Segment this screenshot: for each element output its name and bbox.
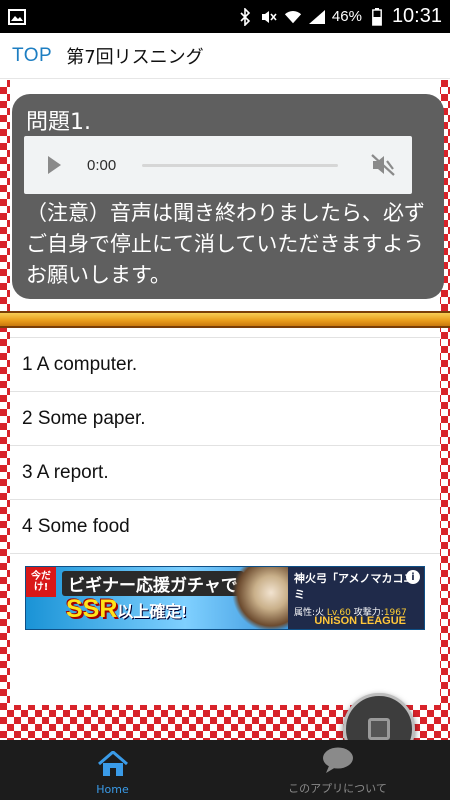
- square-icon: [368, 718, 390, 740]
- banner-logo: UNiSON LEAGUE: [314, 615, 406, 627]
- status-bar: 46% 10:31: [0, 0, 450, 33]
- header: TOP 第7回リスニング: [0, 33, 450, 79]
- volume-muted-icon[interactable]: [370, 153, 396, 177]
- nav-about[interactable]: このアプリについて: [225, 740, 450, 800]
- answer-option-1[interactable]: 1 A computer.: [10, 337, 440, 392]
- battery-percent: 46%: [331, 8, 362, 25]
- play-icon[interactable]: [48, 156, 61, 174]
- nav-home-label: Home: [96, 783, 129, 796]
- banner-ssr: SSR: [66, 595, 118, 623]
- question-title: 問題1.: [26, 110, 91, 135]
- bottom-nav: Home このアプリについて: [0, 740, 450, 800]
- home-icon: [97, 750, 129, 781]
- image-icon: [8, 8, 26, 26]
- chat-bubble-icon: [321, 746, 355, 778]
- banner-info-panel: 神火弓「アメノマカコユミ 属性:火 Lv.60 攻撃力:1967 UNiSON …: [288, 567, 424, 629]
- page-title: 第7回リスニング: [66, 46, 204, 68]
- battery-icon: [368, 7, 386, 26]
- signal-icon: [308, 8, 326, 26]
- caution-note: （注意）音声は聞き終わりましたら、必ずご自身で停止にて消していただきますようお願…: [26, 201, 425, 287]
- wifi-icon: [284, 8, 302, 26]
- answer-option-4[interactable]: 4 Some food: [10, 499, 440, 554]
- ad-info-icon[interactable]: i: [406, 570, 420, 584]
- top-link[interactable]: TOP: [12, 45, 52, 67]
- nav-about-label: このアプリについて: [288, 782, 387, 795]
- answer-option-2[interactable]: 2 Some paper.: [10, 391, 440, 446]
- divider-bar: [0, 311, 450, 328]
- audio-time: 0:00: [87, 156, 117, 174]
- banner-headline: ビギナー応援ガチャで: [62, 571, 244, 596]
- mute-icon: [260, 8, 278, 26]
- audio-progress-slider[interactable]: [142, 163, 338, 167]
- bluetooth-icon: [236, 7, 254, 26]
- ad-banner[interactable]: 今だけ! ビギナー応援ガチャで SSR以上確定! 神火弓「アメノマカコユミ 属性…: [25, 566, 425, 630]
- banner-character-name: 神火弓「アメノマカコユミ: [294, 572, 415, 601]
- answer-list: 1 A computer. 2 Some paper. 3 A report. …: [10, 337, 440, 554]
- clock: 10:31: [391, 5, 442, 27]
- banner-ssr-sub: 以上確定!: [117, 604, 187, 621]
- banner-ssr-text: SSR以上確定!: [66, 595, 187, 624]
- question-box: 問題1. 0:00 （注意）音声は聞き終わりましたら、必ずご自身で停止にて消して…: [12, 94, 444, 299]
- banner-badge: 今だけ!: [26, 567, 56, 597]
- audio-player: 0:00: [24, 136, 412, 194]
- nav-home[interactable]: Home: [0, 740, 225, 800]
- answer-option-3[interactable]: 3 A report.: [10, 445, 440, 500]
